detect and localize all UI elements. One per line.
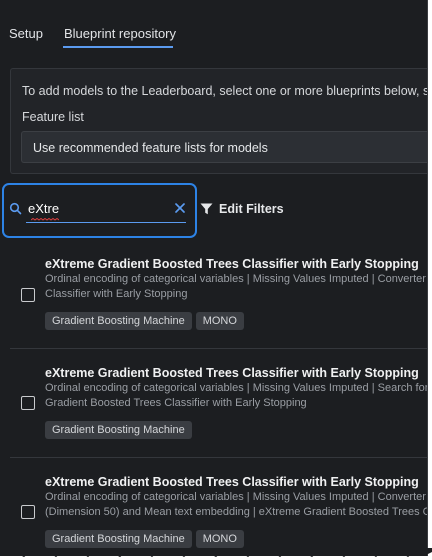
blueprint-checkbox[interactable] <box>21 396 35 410</box>
blueprint-title: eXtreme Gradient Boosted Trees Classifie… <box>45 366 419 380</box>
tag-badge: Gradient Boosting Machine <box>45 530 192 548</box>
close-icon[interactable] <box>174 202 186 214</box>
info-text: To add models to the Leaderboard, select… <box>22 84 428 98</box>
tag-badge: MONO <box>195 312 244 330</box>
search-box <box>2 183 197 238</box>
blueprint-checkbox[interactable] <box>21 288 35 302</box>
blueprint-description-line-1: Ordinal encoding of categorical variable… <box>45 491 428 503</box>
tab-setup[interactable]: Setup <box>9 26 43 41</box>
search-icon <box>9 202 22 215</box>
blueprint-description-line-2: Classifier with Early Stopping <box>45 288 188 300</box>
blueprint-description-line-2: (Dimension 50) and Mean text embedding |… <box>45 506 428 518</box>
torn-edge <box>0 548 432 557</box>
tag-list: Gradient Boosting Machine MONO <box>45 312 244 330</box>
edit-filters-label: Edit Filters <box>219 202 284 216</box>
tag-list: Gradient Boosting Machine <box>45 421 192 439</box>
blueprint-title: eXtreme Gradient Boosted Trees Classifie… <box>45 475 419 489</box>
tab-bar: Setup Blueprint repository <box>0 0 427 52</box>
filter-icon <box>200 203 213 215</box>
spellcheck-underline <box>31 218 59 221</box>
blueprint-description-line-1: Ordinal encoding of categorical variable… <box>45 382 428 394</box>
blueprint-description-line-2: Gradient Boosted Trees Classifier with E… <box>45 397 307 409</box>
tag-badge: Gradient Boosting Machine <box>45 312 192 330</box>
divider <box>10 457 427 458</box>
divider <box>10 348 427 349</box>
info-panel: To add models to the Leaderboard, select… <box>10 68 428 174</box>
feature-list-label: Feature list <box>22 110 84 124</box>
blueprint-description-line-1: Ordinal encoding of categorical variable… <box>45 273 428 285</box>
feature-list-select[interactable]: Use recommended feature lists for models <box>21 131 427 163</box>
blueprint-repository-panel: Setup Blueprint repository To add models… <box>0 0 428 556</box>
tag-list: Gradient Boosting Machine MONO <box>45 530 244 548</box>
active-tab-indicator <box>63 46 173 48</box>
blueprint-checkbox[interactable] <box>21 505 35 519</box>
feature-list-value: Use recommended feature lists for models <box>33 141 268 155</box>
tag-badge: Gradient Boosting Machine <box>45 421 192 439</box>
tag-badge: MONO <box>195 530 244 548</box>
blueprint-title: eXtreme Gradient Boosted Trees Classifie… <box>45 257 419 271</box>
edit-filters-button[interactable]: Edit Filters <box>200 201 284 217</box>
tab-blueprint-repository[interactable]: Blueprint repository <box>64 26 176 41</box>
